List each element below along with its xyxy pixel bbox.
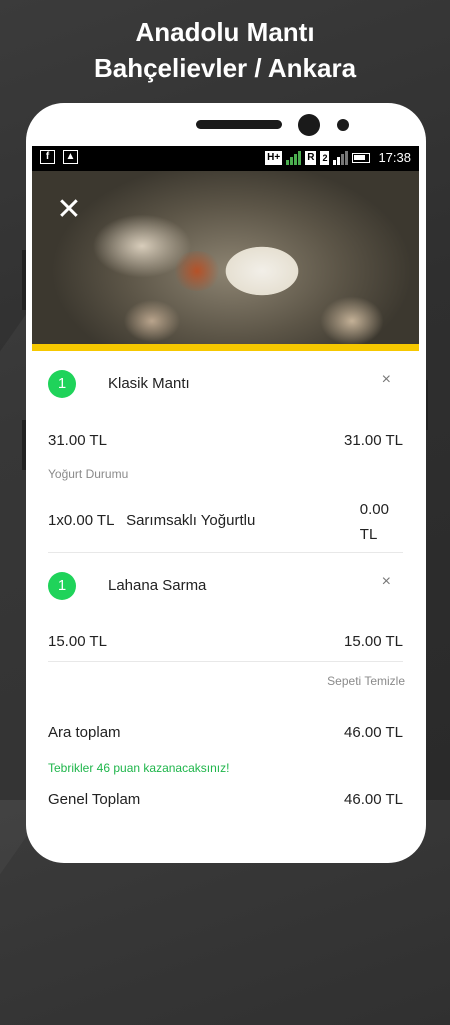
food-sauce-detail [172, 251, 222, 291]
item-name: Klasik Mantı [108, 375, 190, 392]
promo-message: Tebrikler 46 puan kazanacaksınız! [48, 761, 230, 775]
subtotal-value: 46.00 TL [344, 724, 403, 741]
facebook-icon: f [40, 150, 55, 164]
roaming-badge: R [305, 150, 317, 165]
network-type-badge: H+ [265, 150, 283, 165]
subtotal-label: Ara toplam [48, 724, 121, 741]
total-price: 15.00 TL [344, 633, 403, 650]
cart-item: 1 Lahana Sarma × 15.00 TL 15.00 TL [48, 553, 403, 662]
option-quantity-price: 1x0.00 TL [48, 512, 114, 529]
option-row: 1x0.00 TL Sarımsaklı Yoğurtlu [48, 512, 255, 529]
quantity-badge: 1 [48, 572, 76, 600]
battery-icon [352, 152, 371, 163]
signal-icon-sim2 [333, 150, 349, 165]
phone-camera [298, 114, 320, 136]
phone-speaker [196, 120, 282, 129]
close-icon[interactable]: ✕ [54, 195, 84, 225]
signal-icon [286, 150, 302, 165]
phone-sensor [337, 119, 349, 131]
clear-cart-button[interactable]: Sepeti Temizle [327, 674, 405, 688]
option-name: Sarımsaklı Yoğurtlu [126, 512, 256, 529]
status-time: 17:38 [378, 150, 411, 165]
option-price: 0.00 TL [360, 497, 389, 547]
item-name: Lahana Sarma [108, 577, 207, 594]
app-headline: Anadolu Mantı Bahçelievler / Ankara [0, 14, 450, 86]
app-screen: f ▲ H+ R 2 17:38 ✕ 1 Klasik Mantı × 31.0… [32, 146, 419, 800]
unit-price: 31.00 TL [48, 432, 107, 449]
image-icon: ▲ [63, 150, 78, 164]
option-price-value: 0.00 [359, 501, 389, 518]
restaurant-location: Bahçelievler / Ankara [93, 53, 357, 83]
option-group-label: Yoğurt Durumu [48, 467, 129, 481]
remove-item-icon[interactable]: × [382, 371, 391, 389]
cart-item: 1 Klasik Mantı × 31.00 TL 31.00 TL Yoğur… [48, 351, 403, 553]
total-price: 31.00 TL [344, 432, 403, 449]
sim2-badge: 2 [320, 150, 330, 165]
remove-item-icon[interactable]: × [382, 573, 391, 591]
unit-price: 15.00 TL [48, 633, 107, 650]
status-bar: f ▲ H+ R 2 17:38 [32, 146, 419, 171]
subtotal-row: Ara toplam 46.00 TL [48, 724, 403, 741]
food-hero-image: ✕ [32, 171, 419, 351]
option-price-currency: TL [359, 526, 378, 543]
quantity-badge: 1 [48, 370, 76, 398]
restaurant-name: Anadolu Mantı [135, 17, 315, 47]
